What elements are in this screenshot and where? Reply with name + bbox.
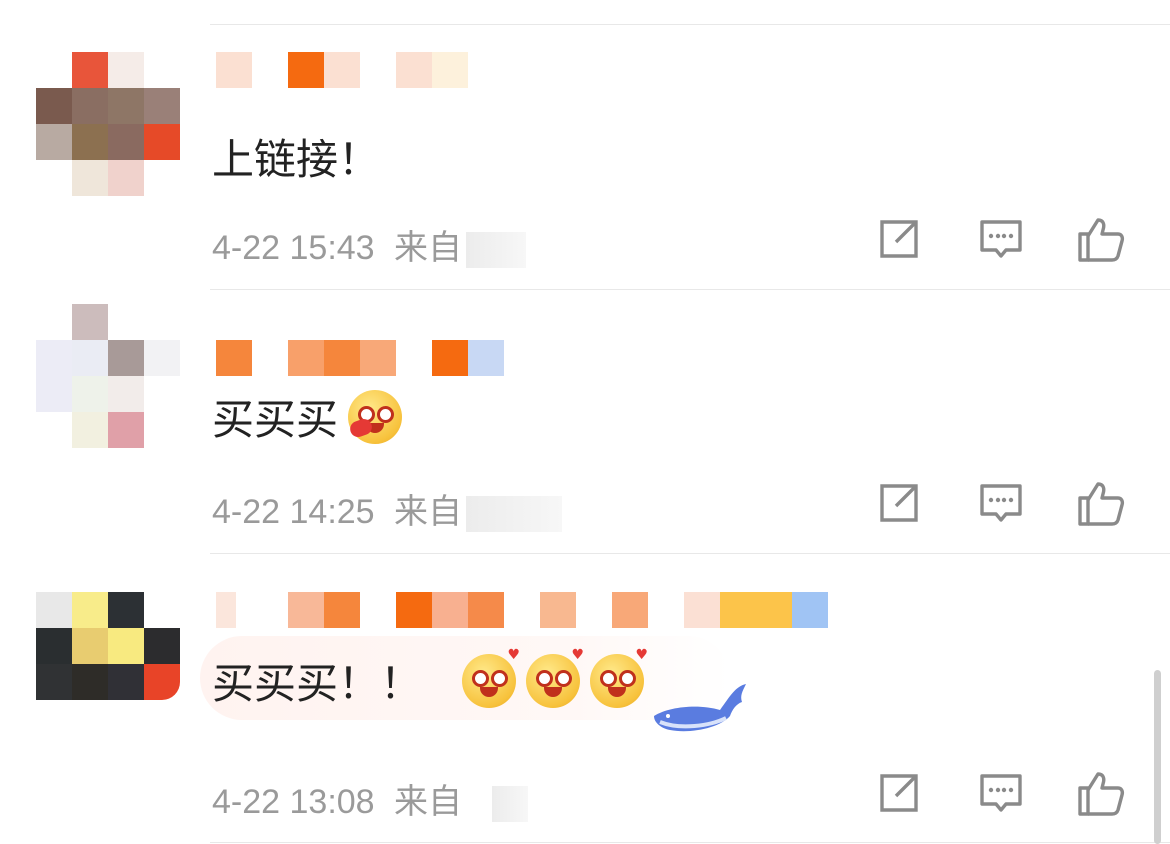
- comment-actions: [870, 214, 1130, 264]
- thumbs-up-icon[interactable]: [1076, 478, 1126, 528]
- comment-actions: [870, 478, 1130, 528]
- scrollbar[interactable]: [1154, 670, 1161, 844]
- comment-icon[interactable]: [976, 768, 1026, 818]
- comment-meta: 4-22 13:08 来自: [212, 774, 529, 823]
- love-emoji-icon: ♥: [526, 648, 584, 708]
- source-blurred: [492, 786, 529, 823]
- avatar[interactable]: [36, 304, 180, 448]
- comment-actions: [870, 768, 1130, 818]
- source-blurred: [466, 496, 563, 533]
- comment-text: 买买买: [212, 386, 403, 447]
- comment-time: 4-22 15:43: [212, 229, 375, 267]
- divider: [210, 553, 1170, 554]
- divider: [210, 842, 1170, 843]
- hug-emoji-icon: [347, 389, 403, 444]
- share-icon[interactable]: [874, 478, 924, 528]
- avatar[interactable]: [36, 52, 180, 196]
- comment-time: 4-22 14:25: [212, 493, 375, 531]
- comment-icon[interactable]: [976, 214, 1026, 264]
- avatar[interactable]: [36, 592, 180, 700]
- comment-text: 上链接！: [212, 135, 381, 184]
- comment-text: 买买买！！ ♥ ♥ ♥: [212, 646, 649, 709]
- comment-meta: 4-22 14:25 来自: [212, 484, 563, 533]
- comment-icon[interactable]: [976, 478, 1026, 528]
- thumbs-up-icon[interactable]: [1076, 768, 1126, 818]
- share-icon[interactable]: [874, 214, 924, 264]
- comment-meta: 4-22 15:43 来自: [212, 220, 527, 269]
- love-emoji-icon: ♥: [590, 648, 648, 708]
- comment-source: 来自: [394, 783, 463, 821]
- comment-source: 来自: [394, 229, 463, 267]
- share-icon[interactable]: [874, 768, 924, 818]
- whale-decoration-icon: [654, 684, 746, 732]
- top-divider: [210, 24, 1170, 25]
- source-blurred: [466, 232, 527, 269]
- love-emoji-icon: ♥: [462, 648, 520, 708]
- thumbs-up-icon[interactable]: [1076, 214, 1126, 264]
- comment-source: 来自: [394, 493, 463, 531]
- comment-time: 4-22 13:08: [212, 783, 375, 821]
- divider: [210, 289, 1170, 290]
